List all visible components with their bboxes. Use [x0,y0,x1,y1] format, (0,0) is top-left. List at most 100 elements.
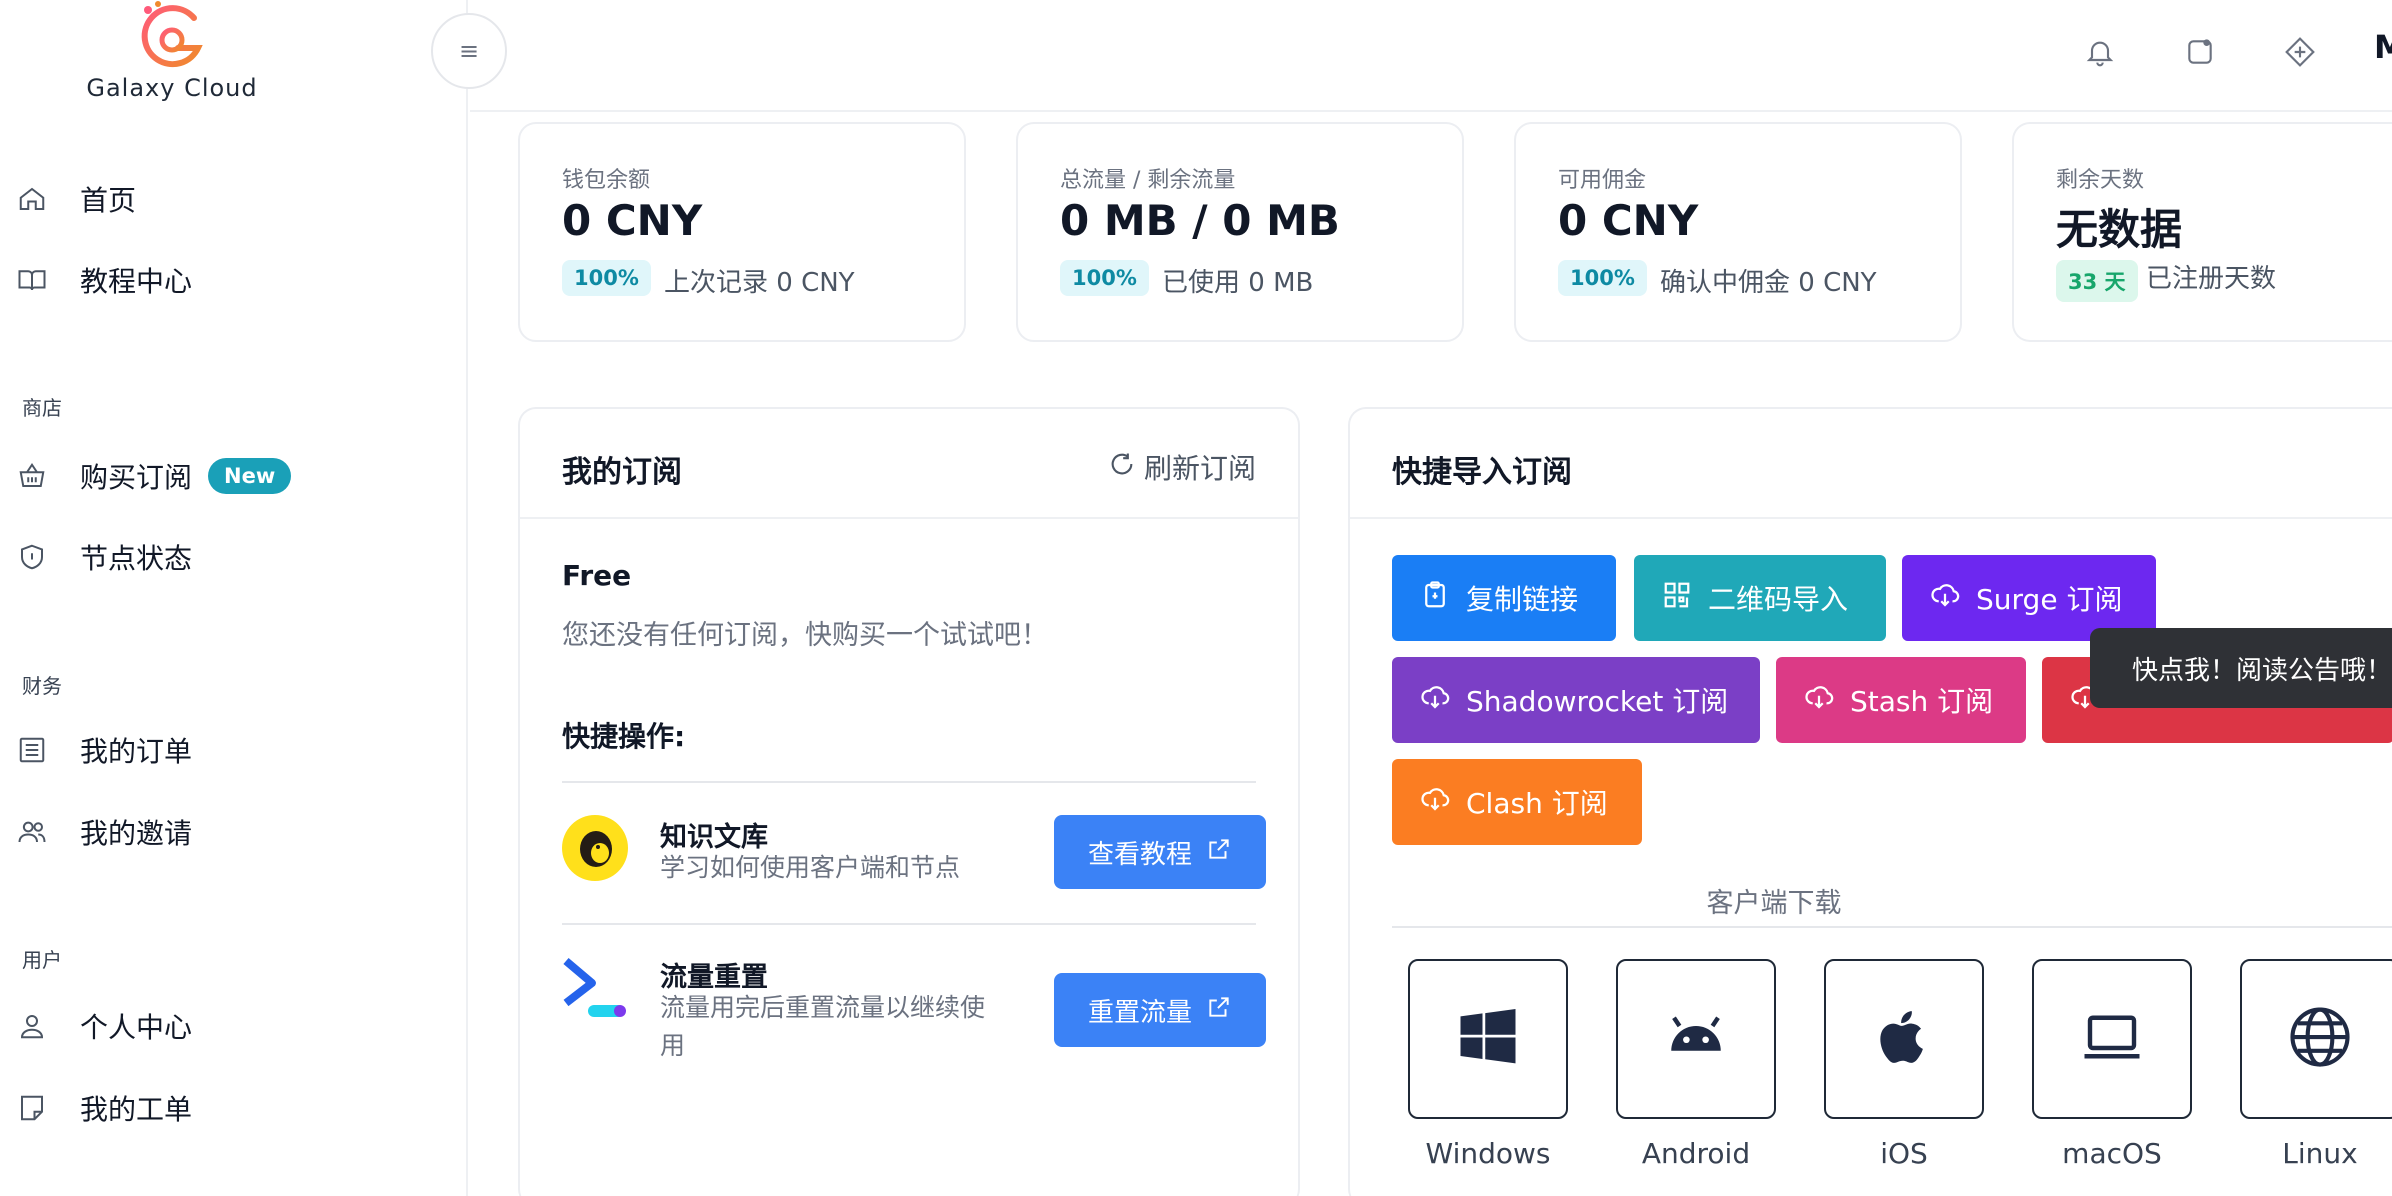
sidebar-item-label: 购买订阅 [80,461,193,494]
windows-icon [1455,1004,1521,1074]
mailchimp-icon [562,815,628,881]
quick-actions-label: 快捷操作: [562,720,686,753]
shield-icon [16,541,48,573]
sidebar-item-label: 个人中心 [80,1011,193,1044]
sidebar-item-invites[interactable]: 我的邀请 [0,800,468,864]
stat-title: 剩余天数 [2056,168,2145,193]
download-ios-button[interactable] [1824,959,1984,1119]
client-name: Android [1641,1137,1751,1170]
shadowrocket-subscribe-button[interactable]: Shadowrocket 订阅 [1392,657,1760,743]
client-name: Linux [2282,1137,2358,1170]
theme-icon[interactable] [2180,32,2220,72]
stat-note: 已使用 0 MB [1162,268,1314,298]
stat-card-wallet: 钱包余额 0 CNY 100% 上次记录 0 CNY [518,122,966,342]
sidebar-item-tutorials[interactable]: 教程中心 [0,248,468,312]
divider [1392,926,2392,928]
reset-arrow-icon [562,955,628,1021]
qrcode-import-button[interactable]: 二维码导入 [1634,555,1886,641]
panel-header: 我的订阅 刷新订阅 [520,409,1298,519]
button-label: 复制链接 [1466,583,1579,616]
stat-badge: 33 天 [2056,260,2138,302]
sidebar-section-user: 用户 [22,948,62,972]
stat-note: 上次记录 0 CNY [664,268,855,298]
brand-logo[interactable]: Galaxy Cloud [84,0,260,110]
sidebar-item-label: 我的邀请 [80,817,193,850]
sidebar-item-label: 我的订单 [80,735,193,768]
stat-badge: 100% [562,260,651,296]
sidebar-item-label: 教程中心 [80,265,193,298]
panel-header: 快捷导入订阅 [1350,409,2392,519]
download-windows-button[interactable] [1408,959,1568,1119]
external-link-icon [1206,836,1232,869]
download-macos-button[interactable] [2032,959,2192,1119]
book-icon [16,264,48,296]
qa-subtitle: 流量用完后重置流量以继续使用 [660,993,986,1060]
view-tutorial-button[interactable]: 查看教程 [1054,815,1266,889]
divider [562,781,1256,783]
stat-value: 无数据 [2056,205,2183,254]
sidebar-item-home[interactable]: 首页 [0,167,468,231]
sidebar-item-label: 节点状态 [80,542,193,575]
reset-traffic-button[interactable]: 重置流量 [1054,973,1266,1047]
button-label: 查看教程 [1087,839,1192,870]
cloud-download-icon [1930,580,1960,617]
sidebar-item-orders[interactable]: 我的订单 [0,718,468,782]
sidebar-item-buy[interactable]: 购买订阅 New [0,444,468,508]
download-android-button[interactable] [1616,959,1776,1119]
stat-card-days: 剩余天数 无数据 33 天 已注册天数 [2012,122,2392,342]
button-label: 二维码导入 [1708,583,1849,616]
brand-name: Galaxy Cloud [86,74,258,102]
sidebar-section-finance: 财务 [22,674,62,698]
panel-title: 我的订阅 [562,455,682,490]
button-label: Stash 订阅 [1850,685,1994,718]
galaxy-logo-icon [141,1,203,68]
stat-title: 钱包余额 [562,168,651,193]
new-badge: New [208,458,292,494]
qa-subtitle: 学习如何使用客户端和节点 [660,853,961,882]
button-label: 重置流量 [1087,997,1192,1028]
top-header [470,0,2392,112]
language-icon[interactable] [2280,32,2320,72]
client-download-caption: 客户端下载 [1706,888,1842,919]
client-name: iOS [1880,1137,1928,1170]
button-label: Shadowrocket 订阅 [1466,685,1729,718]
sidebar-item-label: 首页 [80,184,137,217]
refresh-label: 刷新订阅 [1143,452,1256,485]
stat-badge: 100% [1558,260,1647,296]
sidebar-item-profile[interactable]: 个人中心 [0,994,468,1058]
cloud-download-icon [1804,682,1834,719]
user-menu[interactable]: M [2374,28,2392,66]
cloud-download-icon [1420,784,1450,821]
stat-note: 确认中佣金 0 CNY [1660,268,1877,298]
stat-value: 0 MB / 0 MB [1060,196,1340,245]
sidebar: Galaxy Cloud 首页 教程中心 商店 购买订阅 New 节点状态 财务… [0,0,468,1196]
download-linux-button[interactable] [2240,959,2392,1119]
globe-icon [2287,1004,2353,1074]
stat-value: 0 CNY [562,196,703,245]
apple-icon [1873,1004,1935,1074]
external-link-icon [1206,994,1232,1027]
basket-icon [16,460,48,492]
plan-name: Free [562,559,632,592]
home-icon [16,183,48,215]
stat-title: 可用佣金 [1558,168,1647,193]
users-icon [16,816,48,848]
panel-title: 快捷导入订阅 [1392,455,1572,490]
sidebar-section-shop: 商店 [22,396,62,420]
announcement-tooltip[interactable]: 快点我！阅读公告哦！ [2090,628,2392,708]
user-icon [16,1010,48,1042]
client-name: macOS [2062,1137,2162,1170]
clash-subscribe-button[interactable]: Clash 订阅 [1392,759,1642,845]
stash-subscribe-button[interactable]: Stash 订阅 [1776,657,2026,743]
menu-toggle-button[interactable]: ≡ [431,13,507,89]
qrcode-icon [1662,580,1692,617]
sidebar-item-node-status[interactable]: 节点状态 [0,525,468,589]
copy-link-button[interactable]: 复制链接 [1392,555,1616,641]
stat-card-commission: 可用佣金 0 CNY 100% 确认中佣金 0 CNY [1514,122,1962,342]
client-name: Windows [1425,1137,1551,1170]
refresh-subscription-button[interactable]: 刷新订阅 [1108,447,1256,487]
bell-icon[interactable] [2080,32,2120,72]
android-icon [1663,1004,1729,1074]
stat-badge: 100% [1060,260,1149,296]
sidebar-item-tickets[interactable]: 我的工单 [0,1076,468,1140]
